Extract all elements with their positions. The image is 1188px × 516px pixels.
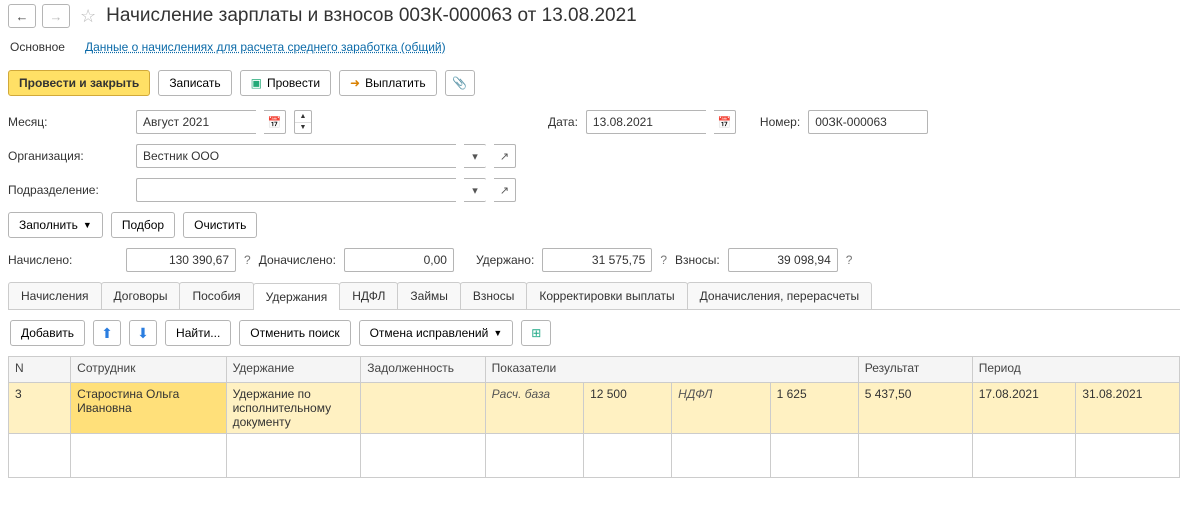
cancel-search-button[interactable]: Отменить поиск — [239, 320, 350, 346]
cell-ind1-label[interactable]: Расч. база — [485, 383, 583, 434]
row-totals: Начислено: 130 390,67 ? Доначислено: 0,0… — [8, 248, 1180, 272]
col-deduction[interactable]: Удержание — [226, 357, 361, 383]
cancel-fix-button[interactable]: Отмена исправлений ▼ — [359, 320, 514, 346]
add-button[interactable]: Добавить — [10, 320, 85, 346]
col-employee[interactable]: Сотрудник — [71, 357, 226, 383]
col-indicators[interactable]: Показатели — [485, 357, 858, 383]
date-calendar-button[interactable]: 📅 — [714, 110, 736, 134]
sub-toolbar: Добавить ⬆ ⬇ Найти... Отменить поиск Отм… — [8, 310, 1180, 356]
fill-button[interactable]: Заполнить ▼ — [8, 212, 103, 238]
col-period[interactable]: Период — [972, 357, 1179, 383]
withheld-value: 31 575,75 — [542, 248, 652, 272]
accrued-value: 130 390,67 — [126, 248, 236, 272]
move-down-button[interactable]: ⬇ — [129, 320, 157, 346]
header-bar: ← → ☆ Начисление зарплаты и взносов 00ЗК… — [8, 4, 1180, 28]
date-input[interactable]: 13.08.2021 — [586, 110, 706, 134]
nav-link-avg-earnings[interactable]: Данные о начислениях для расчета среднег… — [85, 40, 446, 54]
row-org: Организация: Вестник ООО ▾ ↗ — [8, 144, 1180, 168]
cell-debt[interactable] — [361, 383, 485, 434]
contrib-value: 39 098,94 — [728, 248, 838, 272]
col-debt[interactable]: Задолженность — [361, 357, 485, 383]
row-month-date: Месяц: Август 2021 📅 ▲▼ Дата: 13.08.2021… — [8, 110, 1180, 134]
main-toolbar: Провести и закрыть Записать ▣Провести ➜В… — [8, 70, 1180, 96]
pay-button[interactable]: ➜Выплатить — [339, 70, 437, 96]
step-up-icon[interactable]: ▲ — [295, 111, 311, 123]
tab-Пособия[interactable]: Пособия — [179, 282, 253, 309]
dept-dropdown-button[interactable]: ▾ — [464, 178, 486, 202]
grid-icon: ⊞ — [531, 326, 541, 340]
forward-button[interactable]: → — [42, 4, 70, 28]
select-button[interactable]: Подбор — [111, 212, 175, 238]
contrib-label: Взносы: — [675, 253, 720, 267]
col-n[interactable]: N — [9, 357, 71, 383]
find-button[interactable]: Найти... — [165, 320, 231, 346]
month-input[interactable]: Август 2021 — [136, 110, 256, 134]
org-input[interactable]: Вестник ООО — [136, 144, 456, 168]
row-dept: Подразделение: ▾ ↗ — [8, 178, 1180, 202]
move-up-button[interactable]: ⬆ — [93, 320, 121, 346]
help-accrued[interactable]: ? — [244, 253, 251, 267]
tab-Взносы[interactable]: Взносы — [460, 282, 527, 309]
col-result[interactable]: Результат — [858, 357, 972, 383]
org-dropdown-button[interactable]: ▾ — [464, 144, 486, 168]
tab-Займы[interactable]: Займы — [397, 282, 461, 309]
table-row-empty[interactable] — [9, 434, 1180, 478]
dept-label: Подразделение: — [8, 183, 128, 197]
tab-НДФЛ[interactable]: НДФЛ — [339, 282, 398, 309]
cell-ind1-value[interactable]: 12 500 — [584, 383, 672, 434]
tab-Корректировки выплаты[interactable]: Корректировки выплаты — [526, 282, 687, 309]
post-close-button[interactable]: Провести и закрыть — [8, 70, 150, 96]
dept-open-button[interactable]: ↗ — [494, 178, 516, 202]
post-button[interactable]: ▣Провести — [240, 70, 331, 96]
date-label: Дата: — [548, 115, 578, 129]
star-icon[interactable]: ☆ — [80, 6, 96, 27]
addl-value: 0,00 — [344, 248, 454, 272]
help-withheld[interactable]: ? — [660, 253, 667, 267]
step-down-icon[interactable]: ▼ — [295, 123, 311, 134]
save-button[interactable]: Записать — [158, 70, 231, 96]
table-row[interactable]: 3 Старостина Ольга Ивановна Удержание по… — [9, 383, 1180, 434]
month-label: Месяц: — [8, 115, 128, 129]
page-title: Начисление зарплаты и взносов 00ЗК-00006… — [106, 5, 637, 27]
tabs: НачисленияДоговорыПособияУдержанияНДФЛЗа… — [8, 282, 1180, 310]
tab-Доначисления, перерасчеты[interactable]: Доначисления, перерасчеты — [687, 282, 872, 309]
dept-input[interactable] — [136, 178, 456, 202]
attach-button[interactable]: 📎 — [445, 70, 475, 96]
post-icon: ▣ — [251, 76, 262, 90]
back-button[interactable]: ← — [8, 4, 36, 28]
cell-result[interactable]: 5 437,50 — [858, 383, 972, 434]
nav-links: Основное Данные о начислениях для расчет… — [8, 36, 1180, 58]
addl-label: Доначислено: — [259, 253, 336, 267]
month-calendar-button[interactable]: 📅 — [264, 110, 286, 134]
org-open-button[interactable]: ↗ — [494, 144, 516, 168]
chevron-down-icon: ▼ — [493, 328, 502, 338]
pay-icon: ➜ — [350, 76, 360, 90]
header-row: N Сотрудник Удержание Задолженность Пока… — [9, 357, 1180, 383]
cell-period-to[interactable]: 31.08.2021 — [1076, 383, 1180, 434]
cell-deduction[interactable]: Удержание по исполнительному документу — [226, 383, 361, 434]
cell-n[interactable]: 3 — [9, 383, 71, 434]
org-label: Организация: — [8, 149, 128, 163]
accrued-label: Начислено: — [8, 253, 118, 267]
clip-icon: 📎 — [452, 76, 467, 90]
chevron-down-icon: ▼ — [83, 220, 92, 230]
tab-Договоры[interactable]: Договоры — [101, 282, 181, 309]
grid-settings-button[interactable]: ⊞ — [521, 320, 551, 346]
withheld-label: Удержано: — [476, 253, 534, 267]
tab-Начисления[interactable]: Начисления — [8, 282, 102, 309]
help-contrib[interactable]: ? — [846, 253, 853, 267]
cell-ind2-value[interactable]: 1 625 — [770, 383, 858, 434]
grid: N Сотрудник Удержание Задолженность Пока… — [8, 356, 1180, 478]
number-input[interactable]: 00ЗК-000063 — [808, 110, 928, 134]
row-actions: Заполнить ▼ Подбор Очистить — [8, 212, 1180, 238]
cell-ind2-label[interactable]: НДФЛ — [672, 383, 770, 434]
clear-button[interactable]: Очистить — [183, 212, 257, 238]
cell-employee[interactable]: Старостина Ольга Ивановна — [71, 383, 226, 434]
cell-period-from[interactable]: 17.08.2021 — [972, 383, 1076, 434]
tab-Удержания[interactable]: Удержания — [253, 283, 341, 310]
nav-main[interactable]: Основное — [10, 40, 65, 54]
month-stepper[interactable]: ▲▼ — [294, 110, 312, 134]
number-label: Номер: — [760, 115, 800, 129]
